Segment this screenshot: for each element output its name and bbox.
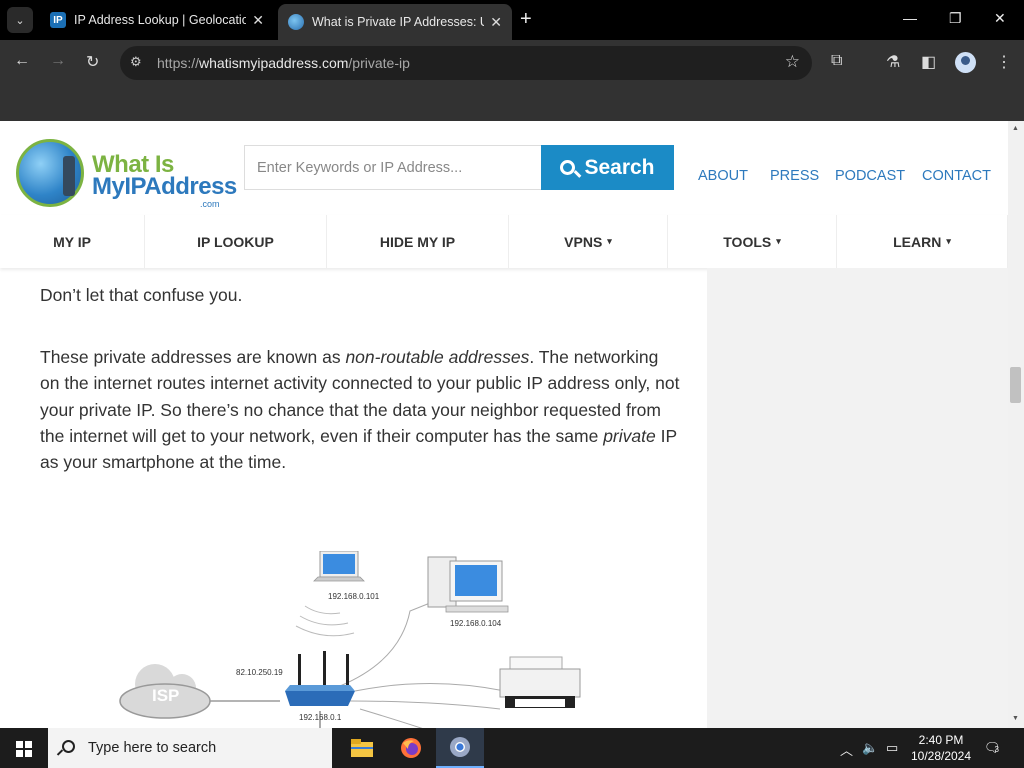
search-icon [62,740,75,753]
article-paragraph: Don’t let that confuse you. [40,285,243,305]
chevron-down-icon: ▾ [946,236,951,246]
nav-tools[interactable]: TOOLS ▾ [668,215,837,268]
more-menu-icon[interactable]: ⋮ [996,52,1012,72]
volume-muted-icon[interactable]: 🔈 [862,740,878,756]
url-text[interactable]: https://whatismyipaddress.com/private-ip [157,55,410,71]
public-ip-label: 82.10.250.19 [236,668,283,677]
router-icon [285,651,355,706]
close-tab-icon[interactable]: ✕ [490,14,502,31]
desktop-ip-label: 192.168.0.104 [450,619,502,628]
logo-text-line2[interactable]: MyIPAddress [92,173,237,201]
tab-search-dropdown-icon[interactable]: ⌄ [7,7,33,33]
network-icon[interactable]: ▭ [886,740,898,756]
nav-ip-lookup[interactable]: IP LOOKUP [145,215,327,268]
address-bar[interactable]: ⚙ https://whatismyipaddress.com/private-… [120,46,812,80]
laptop-ip-label: 192.168.0.101 [328,592,380,601]
scrollbar-thumb[interactable] [1010,367,1021,403]
bookmarks-bar [0,86,1024,121]
system-clock[interactable]: 2:40 PM 10/28/2024 [908,732,974,764]
search-button[interactable]: Search [541,145,674,190]
contact-link[interactable]: CONTACT [922,168,991,184]
show-hidden-icons-chevron-icon[interactable]: ︿ [840,740,853,759]
labs-flask-icon[interactable]: ⚗ [886,52,900,72]
nav-learn[interactable]: LEARN ▾ [837,215,1008,268]
file-explorer-icon[interactable] [338,728,386,768]
browser-tab-bar: ⌄ IP IP Address Lookup | Geolocatio ✕ Wh… [0,0,1024,40]
new-tab-icon[interactable]: + [520,8,532,31]
isp-cloud-icon: ISP [119,664,211,719]
reload-icon[interactable]: ↻ [86,52,99,72]
site-header: What Is MyIPAddress .com Search ABOUT PR… [0,121,1008,215]
forward-arrow-icon[interactable]: → [50,52,66,70]
podcast-link[interactable]: PODCAST [835,168,905,184]
isp-label: ISP [152,686,179,705]
tab-ip-lookup[interactable]: IP IP Address Lookup | Geolocatio ✕ [40,4,274,36]
logo-suffix: .com [200,199,220,209]
about-link[interactable]: ABOUT [698,168,748,184]
taskbar-search-placeholder: Type here to search [88,740,217,756]
press-link[interactable]: PRESS [770,168,819,184]
chrome-icon[interactable] [436,728,484,768]
windows-start-icon[interactable] [16,741,32,757]
web-page: What Is MyIPAddress .com Search ABOUT PR… [0,121,1008,728]
chevron-down-icon: ▾ [607,236,612,246]
bookmark-star-icon[interactable]: ☆ [785,52,800,72]
extensions-icon[interactable]: ⧉ [831,52,842,70]
chevron-down-icon: ▾ [776,236,781,246]
windows-taskbar: Type here to search ︿ 🔈 ▭ 2:40 PM 10/28/… [0,728,1024,768]
close-window-icon[interactable]: ✕ [994,10,1006,27]
printer-icon [499,656,581,708]
taskbar-search-box[interactable]: Type here to search [48,728,332,768]
restore-icon[interactable]: ❐ [949,10,962,27]
globe-icon [288,14,304,30]
firefox-icon[interactable] [387,728,435,768]
tab-private-ip[interactable]: What is Private IP Addresses: U ✕ [278,4,512,40]
main-navigation: MY IP IP LOOKUP HIDE MY IP VPNS ▾ TOOLS ▾ … [0,215,1008,268]
router-ip-label: 192.168.0.1 [299,713,342,722]
search-icon [560,160,576,175]
minimize-icon[interactable]: — [903,10,917,26]
notifications-icon[interactable]: 🗨3 [984,740,1001,756]
scroll-down-icon[interactable]: ▼ [1012,715,1019,722]
ip-logo-icon: IP [50,12,66,28]
search-button-label: Search [584,155,655,179]
desktop-computer-icon [427,556,509,613]
site-info-icon[interactable]: ⚙ [130,54,142,70]
clock-date: 10/28/2024 [910,749,972,763]
browser-toolbar: ← → ↻ ⚙ https://whatismyipaddress.com/pr… [0,40,1024,86]
site-logo-globe-icon[interactable] [16,139,84,207]
profile-avatar-icon[interactable] [955,52,976,73]
side-panel-icon[interactable]: ◧ [921,52,936,72]
article-paragraph: These private addresses are known as non… [40,347,680,473]
site-search-input[interactable] [244,145,541,190]
page-scrollbar[interactable]: ▲ ▼ [1008,121,1024,728]
nav-vpns[interactable]: VPNS ▾ [509,215,668,268]
sidebar-ad-area [707,268,1008,728]
back-arrow-icon[interactable]: ← [14,52,30,70]
close-tab-icon[interactable]: ✕ [252,12,264,29]
tab-title: What is Private IP Addresses: U [312,15,485,29]
nav-my-ip[interactable]: MY IP [0,215,145,268]
nav-hide-my-ip[interactable]: HIDE MY IP [327,215,509,268]
tab-title: IP Address Lookup | Geolocatio [74,13,247,27]
network-diagram: ISP 82.10.250.19 192.168.0.1 192.168.0.1… [119,551,581,728]
clock-time: 2:40 PM [918,733,964,747]
scroll-up-icon[interactable]: ▲ [1012,125,1019,132]
